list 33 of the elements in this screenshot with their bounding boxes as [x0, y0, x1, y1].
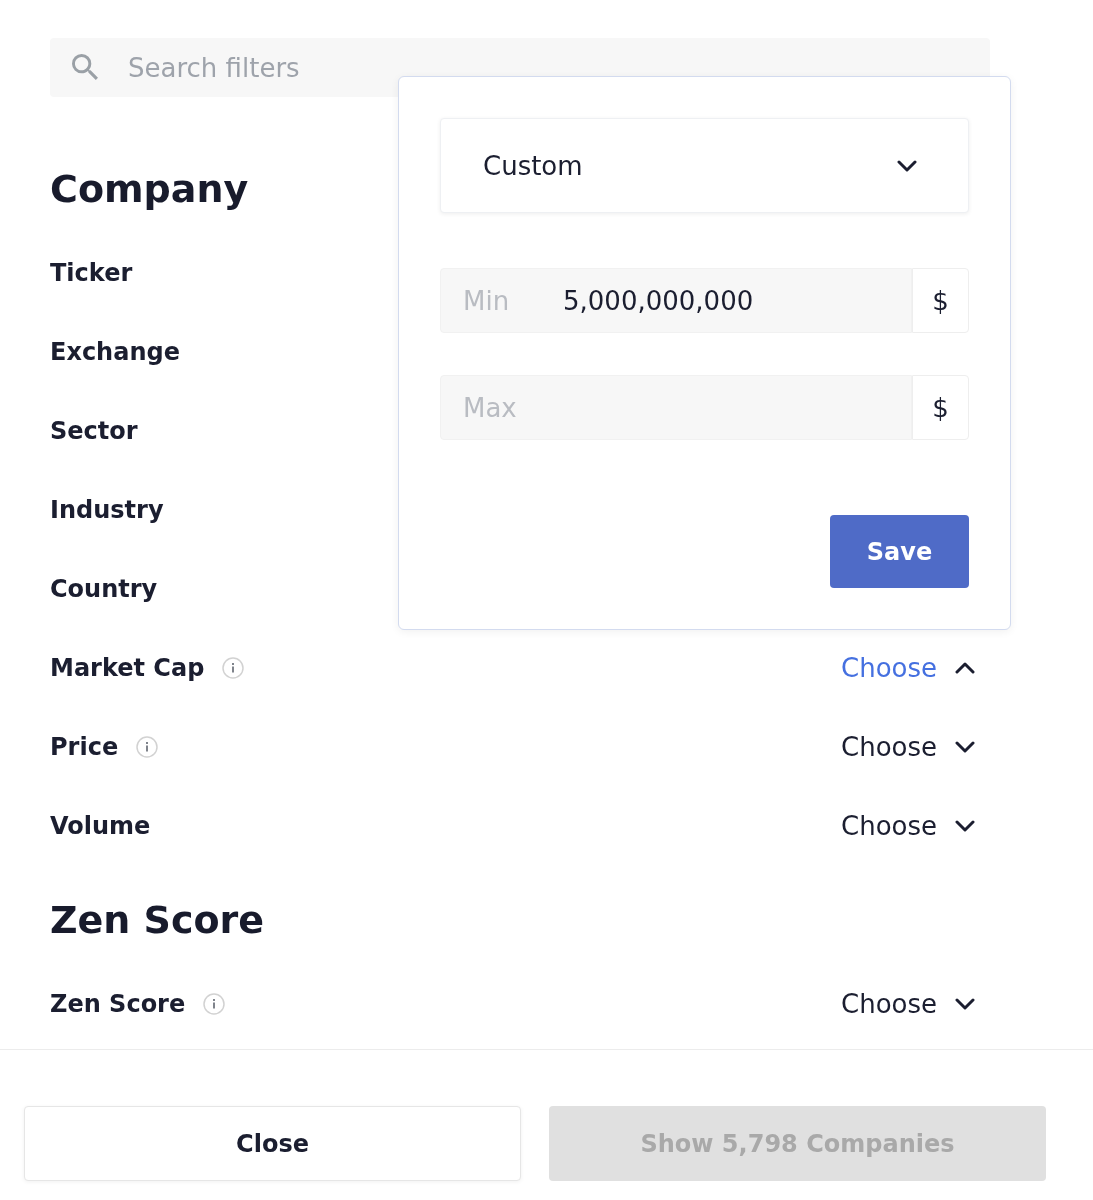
- info-icon[interactable]: [222, 656, 245, 679]
- close-button[interactable]: Close: [24, 1106, 521, 1181]
- preset-dropdown[interactable]: Custom: [440, 118, 969, 213]
- section-heading: Company: [50, 166, 249, 213]
- filter-label: Sector: [50, 416, 138, 445]
- filter-label: Zen Score: [50, 989, 186, 1018]
- choose-button[interactable]: Choose: [841, 652, 975, 683]
- chevron-down-icon: [955, 740, 975, 753]
- search-icon: [72, 54, 98, 80]
- choose-button[interactable]: Choose: [841, 810, 975, 841]
- chevron-down-icon: [897, 159, 917, 172]
- choose-button[interactable]: Choose: [841, 988, 975, 1019]
- filter-label: Market Cap: [50, 653, 205, 682]
- currency-unit: $: [912, 375, 969, 440]
- choose-button[interactable]: Choose: [841, 731, 975, 762]
- filter-label: Volume: [50, 811, 151, 840]
- chevron-up-icon: [955, 661, 975, 674]
- save-button[interactable]: Save: [830, 515, 969, 588]
- input-field[interactable]: Min 5,000,000,000: [440, 268, 912, 333]
- field-label: Min: [463, 285, 511, 316]
- field-label: Max: [463, 392, 518, 423]
- chevron-down-icon: [955, 819, 975, 832]
- section-heading: Zen Score: [50, 897, 265, 944]
- filter-label: Price: [50, 732, 119, 761]
- chevron-down-icon: [955, 997, 975, 1010]
- filter-label: Industry: [50, 495, 164, 524]
- filter-label: Ticker: [50, 258, 133, 287]
- currency-unit: $: [912, 268, 969, 333]
- info-icon[interactable]: [136, 735, 159, 758]
- filter-label: Exchange: [50, 337, 180, 366]
- filter-label: Country: [50, 574, 158, 603]
- info-icon[interactable]: [203, 992, 226, 1015]
- field-value: 5,000,000,000: [563, 285, 754, 316]
